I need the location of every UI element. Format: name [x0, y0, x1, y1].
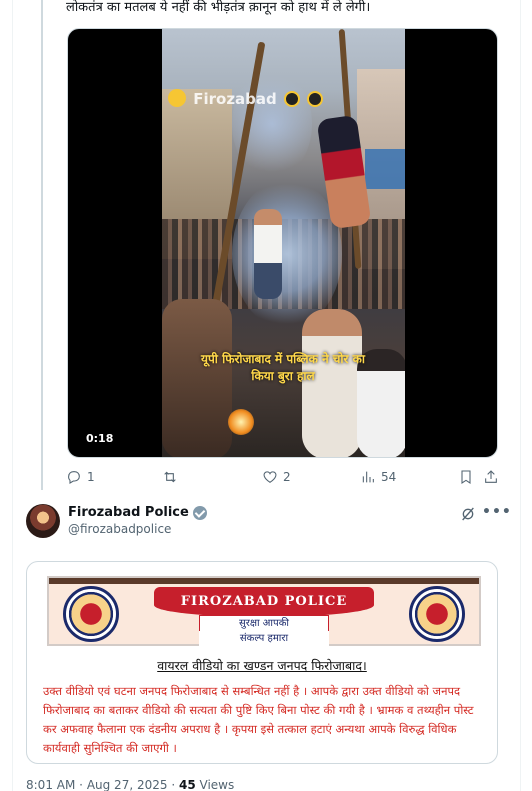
banner-title: FIROZABAD POLICE	[154, 587, 374, 617]
repost-icon	[164, 471, 176, 483]
video-fire	[228, 409, 254, 435]
crying-face-icon	[168, 89, 186, 107]
views-icon	[362, 471, 374, 483]
views-count: 45	[178, 778, 196, 791]
banner-tagline-1: सुरक्षा आपकी	[199, 615, 329, 632]
video-caption: यूपी फिरोजाबाद में पब्लिक ने चोर का किया…	[201, 352, 365, 383]
notice-heading: वायरल वीडियो का खण्डन जनपद फिरोजाबाद।	[157, 658, 367, 673]
feed-border-right	[520, 0, 521, 791]
verified-badge-icon	[192, 505, 207, 520]
video-smoke	[232, 179, 342, 329]
like-button[interactable]: 2	[262, 469, 291, 485]
video-shop-sign	[365, 149, 405, 189]
video-duration: 0:18	[80, 430, 120, 447]
video-person	[254, 209, 282, 299]
reply-button[interactable]: 1	[66, 469, 95, 485]
tweet-meta: 8:01 AM · Aug 27, 2025 · 45 Views	[26, 778, 235, 791]
feed-border-left	[12, 0, 13, 791]
share-button[interactable]	[483, 469, 499, 485]
helmet-icon	[307, 91, 324, 107]
police-emblem-icon	[409, 586, 465, 642]
video-watermark: Firozabad	[168, 89, 324, 108]
user-handle[interactable]: @firozabadpolice	[68, 522, 171, 536]
more-icon[interactable]: •••	[482, 504, 512, 520]
display-name[interactable]: Firozabad Police	[68, 505, 207, 520]
video-player[interactable]: Firozabad यूपी फिरोजाबाद में पब्लिक ने च…	[67, 28, 498, 458]
share-icon	[485, 470, 497, 483]
tweet-time[interactable]: 8:01 AM	[26, 778, 75, 791]
avatar[interactable]	[26, 504, 60, 538]
repost-button[interactable]	[162, 469, 183, 485]
banner-tagline-2: संकल्प हमारा	[199, 631, 329, 647]
police-banner: FIROZABAD POLICE सुरक्षा आपकी संकल्प हमा…	[47, 576, 481, 647]
grok-icon[interactable]	[460, 506, 476, 522]
bookmark-icon	[461, 470, 471, 484]
helmet-icon	[284, 91, 301, 107]
views-label: Views	[199, 778, 235, 791]
notice-body: उक्त वीडियो एवं घटना जनपद फिरोजाबाद से स…	[43, 684, 474, 755]
tweet-date[interactable]: Aug 27, 2025	[87, 778, 168, 791]
tweet-text: लोकतंत्र का मतलब ये नहीं की भीड़तंत्र क़…	[66, 0, 371, 15]
tweet-actions: 1 2 54	[66, 469, 500, 489]
thread-line	[41, 0, 43, 490]
notice-image[interactable]: FIROZABAD POLICE सुरक्षा आपकी संकल्प हमा…	[26, 561, 498, 764]
banner-strip	[49, 578, 479, 584]
police-emblem-icon	[63, 586, 119, 642]
reply-icon	[68, 471, 80, 484]
video-frame[interactable]: Firozabad यूपी फिरोजाबाद में पब्लिक ने च…	[162, 29, 405, 457]
bookmark-button[interactable]	[458, 469, 474, 485]
heart-icon	[263, 471, 277, 483]
views-button[interactable]: 54	[360, 469, 396, 485]
